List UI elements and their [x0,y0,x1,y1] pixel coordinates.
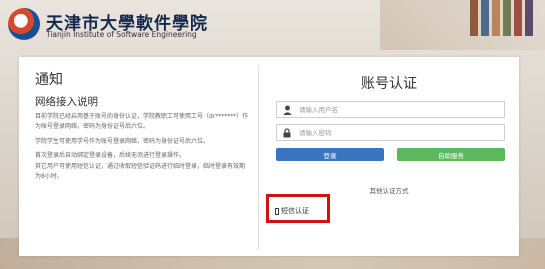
lock-icon [277,125,297,140]
password-field[interactable] [276,124,505,141]
school-name-english: Tianjin Institute of Software Engineerin… [46,30,197,39]
background-book [481,0,489,36]
sms-auth-highlight: 短信认证 [266,194,330,223]
user-icon [277,102,297,117]
self-service-button[interactable]: 自助服务 [397,148,505,161]
background-book [492,0,500,36]
login-title: 账号认证 [361,76,417,92]
background-book [514,0,522,36]
notice-paragraph: 目前学院已经启用基于账号的身份认证，学院教职工可使用工号（dr*******）作… [35,113,249,130]
notice-title: 通知 [35,72,63,88]
phone-icon [275,207,279,215]
notice-paragraph: 其它用户可使用短信认证，通过收取短信验证码进行临时登录，临时登录有效期为8小时。 [35,163,246,180]
notice-paragraph: 学院学生可使用学号作为账号登录网络，密码为身份证号后六位。 [35,138,210,145]
background-book [503,0,511,36]
username-input[interactable] [299,103,499,116]
notice-subtitle: 网络接入说明 [35,96,98,108]
password-input[interactable] [299,126,499,139]
school-logo [8,8,40,40]
username-field[interactable] [276,101,505,118]
sms-auth-label: 短信认证 [281,207,309,215]
site-header: 天津市大學軟件學院 Tianjin Institute of Software … [8,8,228,42]
sms-auth-link[interactable]: 短信认证 [275,206,309,216]
background-book [525,0,533,36]
notice-paragraph: 首次登录后自动绑定登录设备，后续无须进行登录操作。 [35,152,186,159]
background-book [470,0,478,36]
login-button[interactable]: 登录 [276,148,384,161]
main-panel: 通知 网络接入说明 目前学院已经启用基于账号的身份认证，学院教职工可使用工号（d… [19,57,519,256]
